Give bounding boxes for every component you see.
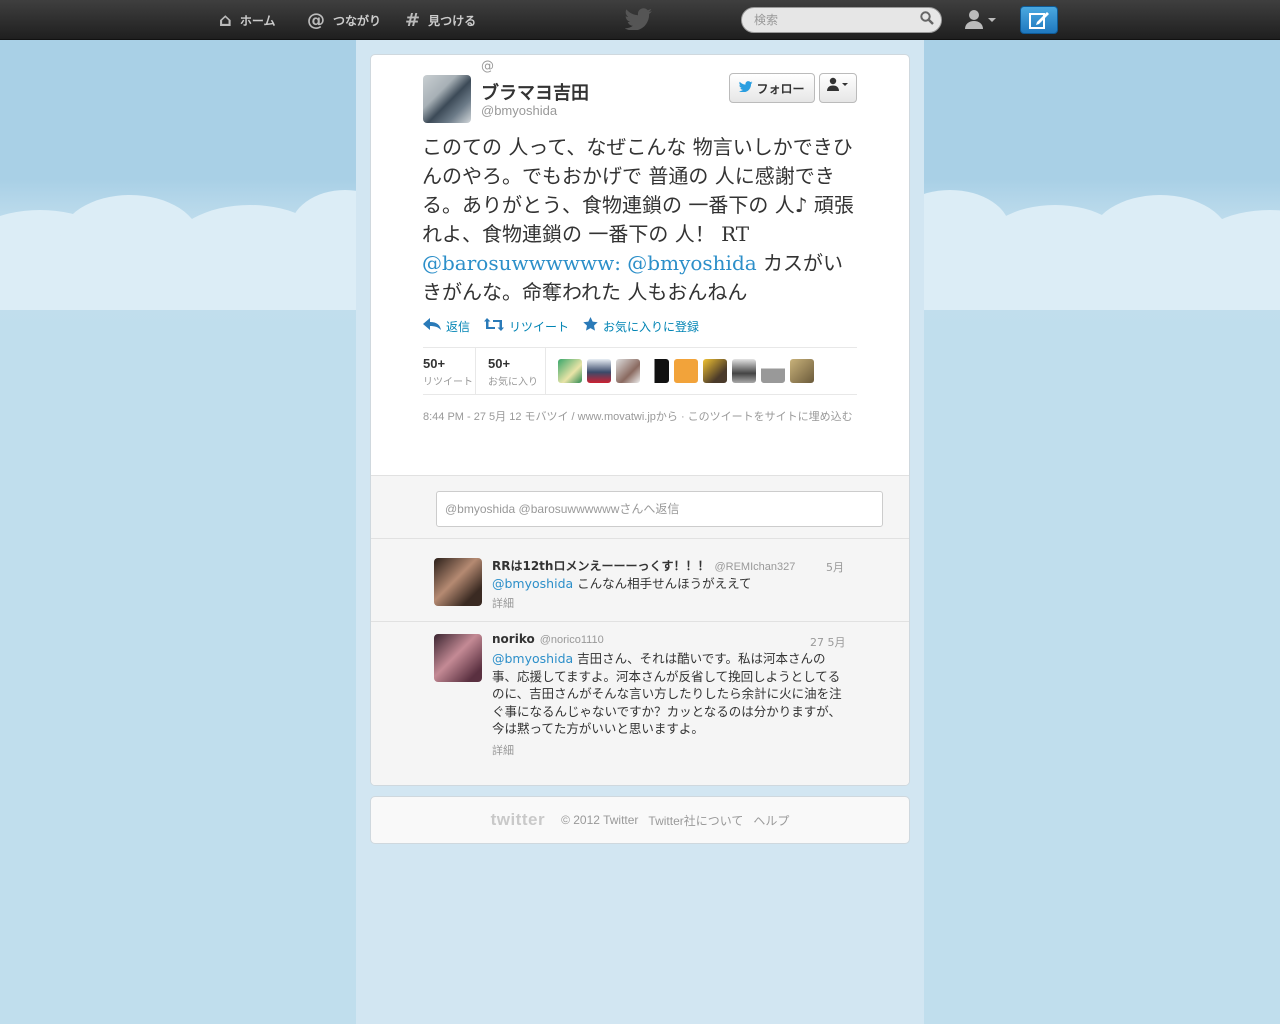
follow-button[interactable]: フォロー xyxy=(729,73,815,103)
twitter-logo[interactable]: twitter xyxy=(491,810,546,830)
tweet-card: @ ブラマヨ吉田 @bmyoshida フォロー このての 人って、なぜこんな … xyxy=(370,54,910,786)
follow-button-label: フォロー xyxy=(756,81,805,96)
reply-date[interactable]: 27 5月 xyxy=(810,634,846,650)
list-item[interactable]: noriko @norico1110 27 5月 @bmyoshida 吉田さん、… xyxy=(371,622,909,785)
favorite-action[interactable]: お気に入りに登録 xyxy=(583,317,699,335)
nav-connect[interactable]: @ つながり xyxy=(307,8,381,32)
search-icon[interactable] xyxy=(918,11,936,29)
reply-author-handle: @REMIchan327 xyxy=(714,561,796,573)
retweet-action[interactable]: リツイート xyxy=(484,317,569,335)
reply-icon xyxy=(423,318,441,334)
hashtag-icon: # xyxy=(405,9,421,31)
twitter-bird-icon xyxy=(739,80,753,96)
avatar[interactable] xyxy=(423,75,471,123)
reply-mention-link[interactable]: @bmyoshida xyxy=(492,576,573,591)
reply-body: こんなん相手せんほうがええて xyxy=(573,576,752,591)
search-input[interactable]: 検索 xyxy=(741,7,942,33)
reply-text: @bmyoshida こんなん相手せんほうがええて xyxy=(492,575,844,593)
reply-text: @bmyoshida 吉田さん、それは酷いです。私は河本さんの事、応援してますよ… xyxy=(492,650,844,738)
user-actions-dropdown[interactable] xyxy=(819,73,857,103)
tweet-mention-link[interactable]: @barosuwwwwww: xyxy=(422,251,621,275)
footer: twitter © 2012 Twitter Twitter社について ヘルプ xyxy=(370,796,910,844)
permalink-tweet: @ ブラマヨ吉田 @bmyoshida フォロー このての 人って、なぜこんな … xyxy=(371,55,909,475)
top-bar: ⌂ ホーム @ つながり # 見つける 検索 xyxy=(0,0,1280,40)
retweet-count-number: 50+ xyxy=(423,356,446,371)
avatar[interactable] xyxy=(616,359,640,383)
favorite-count[interactable]: 50+ お気に入り xyxy=(488,356,538,388)
favorite-action-label: お気に入りに登録 xyxy=(603,319,700,334)
reply-action[interactable]: 返信 xyxy=(423,317,470,335)
avatar[interactable] xyxy=(761,359,785,383)
tweet-actions: 返信 リツイート お気に入りに登録 xyxy=(423,317,699,335)
user-screen-name[interactable]: @bmyoshida xyxy=(481,103,557,118)
star-icon xyxy=(583,317,598,335)
reply-box: @bmyoshida @barosuwwwwwwさんへ返信 xyxy=(371,475,909,539)
compose-button[interactable] xyxy=(1020,6,1058,34)
reply-author[interactable]: noriko @norico1110 xyxy=(492,632,604,646)
replies-list: RRは12thロメンえーーーっくす！！！ @REMIchan327 5月 @bmy… xyxy=(371,539,909,785)
retweet-count-label: リツイート xyxy=(423,377,473,388)
avatar[interactable] xyxy=(587,359,611,383)
nav-home[interactable]: ⌂ ホーム xyxy=(219,8,276,32)
footer-copyright: © 2012 Twitter xyxy=(561,813,639,827)
retweeter-avatars xyxy=(558,359,814,383)
avatar[interactable] xyxy=(558,359,582,383)
avatar[interactable] xyxy=(703,359,727,383)
home-icon: ⌂ xyxy=(219,9,232,31)
user-menu[interactable] xyxy=(962,8,1000,32)
retweet-count[interactable]: 50+ リツイート xyxy=(423,356,473,388)
tweet-timestamp-source: 8:44 PM - 27 5月 12 モバツイ / www.movatwi.jp… xyxy=(423,411,853,423)
reply-action-label: 返信 xyxy=(446,319,471,334)
retweet-action-label: リツイート xyxy=(509,319,570,334)
retweet-icon xyxy=(484,317,505,335)
reply-mention-link[interactable]: @bmyoshida xyxy=(492,651,573,666)
reply-author-name: noriko xyxy=(492,632,535,646)
at-symbol: @ xyxy=(481,59,494,74)
tweet-stats: 50+ リツイート 50+ お気に入り xyxy=(423,347,857,395)
divider xyxy=(545,348,546,394)
reply-author-handle: @norico1110 xyxy=(539,634,604,646)
avatar[interactable] xyxy=(434,634,482,682)
reply-author-name: RRは12thロメンえーーーっくす！！！ xyxy=(492,559,710,573)
reply-input[interactable]: @bmyoshida @barosuwwwwwwさんへ返信 xyxy=(436,491,883,527)
nav-discover[interactable]: # 見つける xyxy=(405,8,476,32)
tweet-text: このての 人って、なぜこんな 物言いしかできひんのやろ。でもおかげで 普通の 人… xyxy=(422,133,862,307)
avatar[interactable] xyxy=(674,359,698,383)
twitter-bird-icon[interactable] xyxy=(624,8,654,32)
reply-detail-link[interactable]: 詳細 xyxy=(492,595,514,611)
favorite-count-label: お気に入り xyxy=(488,377,538,388)
tweet-text-body: このての 人って、なぜこんな 物言いしかできひんのやろ。でもおかげで 普通の 人… xyxy=(422,135,854,246)
reply-author[interactable]: RRは12thロメンえーーーっくす！！！ @REMIchan327 xyxy=(492,557,795,574)
footer-help-link[interactable]: ヘルプ xyxy=(753,812,789,829)
user-fullname[interactable]: ブラマヨ吉田 xyxy=(481,79,589,105)
avatar[interactable] xyxy=(434,558,482,606)
tweet-mention-link[interactable]: @bmyoshida xyxy=(627,251,756,275)
at-icon: @ xyxy=(307,9,325,31)
avatar[interactable] xyxy=(790,359,814,383)
favorite-count-number: 50+ xyxy=(488,356,511,371)
footer-about-link[interactable]: Twitter社について xyxy=(648,812,743,829)
reply-date[interactable]: 5月 xyxy=(826,559,844,575)
avatar[interactable] xyxy=(645,359,669,383)
divider xyxy=(475,348,476,394)
reply-detail-link[interactable]: 詳細 xyxy=(492,742,514,758)
nav-connect-label: つながり xyxy=(333,13,382,28)
nav-discover-label: 見つける xyxy=(428,13,477,28)
nav-home-label: ホーム xyxy=(239,13,276,28)
compose-icon xyxy=(1028,12,1050,34)
list-item[interactable]: RRは12thロメンえーーーっくす！！！ @REMIchan327 5月 @bmy… xyxy=(371,539,909,622)
avatar[interactable] xyxy=(732,359,756,383)
